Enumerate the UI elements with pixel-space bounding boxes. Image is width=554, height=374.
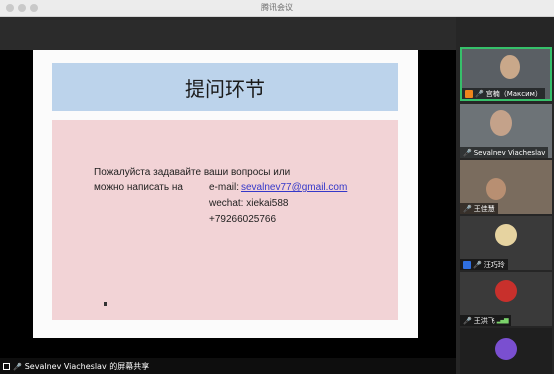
avatar (495, 280, 517, 302)
participant-tile[interactable]: 🎤 王佳慧 (460, 160, 552, 214)
participant-namebar: 🎤 宫楠（Максим） (462, 88, 545, 99)
signal-icon: ▂▄▆ (496, 317, 509, 324)
window-titlebar: 腾讯会议 (0, 0, 554, 17)
slide-title: 提问环节 (185, 76, 265, 101)
participant-tile[interactable]: 🎤 宫楠（Максим） (460, 47, 552, 101)
participant-video (490, 110, 512, 136)
participant-tile[interactable]: 🎤 汪巧玲 (460, 216, 552, 270)
phone-text: +79266025766 (209, 214, 277, 225)
participant-namebar: 🎤 汪巧玲 (460, 259, 508, 270)
mic-icon: 🎤 (463, 148, 472, 157)
participant-namebar: 🎤 王佳慧 (460, 203, 498, 214)
avatar (495, 338, 517, 360)
participant-video (500, 55, 520, 79)
email-link[interactable]: sevalnev77@gmail.com (241, 182, 347, 193)
mic-icon: 🎤 (463, 204, 472, 213)
slide-body: Пожалуйста задавайте ваши вопросы или мо… (52, 120, 398, 320)
participant-video (486, 178, 506, 200)
avatar (495, 224, 517, 246)
presentation-slide: 提问环节 Пожалуйста задавайте ваши вопросы и… (33, 50, 418, 338)
mic-icon: 🎤 (13, 362, 22, 371)
bottom-bar: 🎤 Sevalnev Viacheslav 的屏幕共享 (0, 358, 456, 374)
screen-share-icon (3, 363, 10, 370)
mouse-cursor (104, 302, 107, 306)
mic-icon: 🎤 (463, 316, 472, 325)
share-text: Sevalnev Viacheslav 的屏幕共享 (24, 362, 150, 371)
mic-icon: 🎤 (473, 260, 482, 269)
participant-tile[interactable]: 🎤 Sevalnev Viacheslav (460, 104, 552, 158)
wechat-text: wechat: xiekai588 (209, 198, 289, 209)
slide-text-line1: Пожалуйста задавайте ваши вопросы или (94, 167, 291, 178)
screen-share-label: 🎤 Sevalnev Viacheslav 的屏幕共享 (3, 361, 149, 372)
slide-text-line2: можно написать на (94, 182, 183, 193)
slide-header: 提问环节 (52, 63, 398, 111)
participant-name: 宫楠（Максим） (485, 89, 542, 98)
mic-icon: 🎤 (475, 89, 484, 98)
participant-name: Sevalnev Viacheslav (473, 148, 546, 157)
person-icon (463, 260, 471, 269)
window-title: 腾讯会议 (261, 3, 293, 12)
meeting-top-strip (0, 17, 456, 50)
email-label: e-mail: (209, 182, 240, 193)
participant-name: 汪巧玲 (483, 260, 505, 269)
participant-name: 王洪飞 (473, 316, 495, 325)
participant-namebar: 🎤 王洪飞 ▂▄▆ (460, 315, 511, 326)
host-icon (465, 89, 473, 98)
participant-tile[interactable]: 🎤 王洪飞 ▂▄▆ (460, 272, 552, 326)
participant-tile-partial[interactable] (460, 328, 552, 374)
participant-name: 王佳慧 (473, 204, 495, 213)
participant-namebar: 🎤 Sevalnev Viacheslav (460, 147, 549, 158)
